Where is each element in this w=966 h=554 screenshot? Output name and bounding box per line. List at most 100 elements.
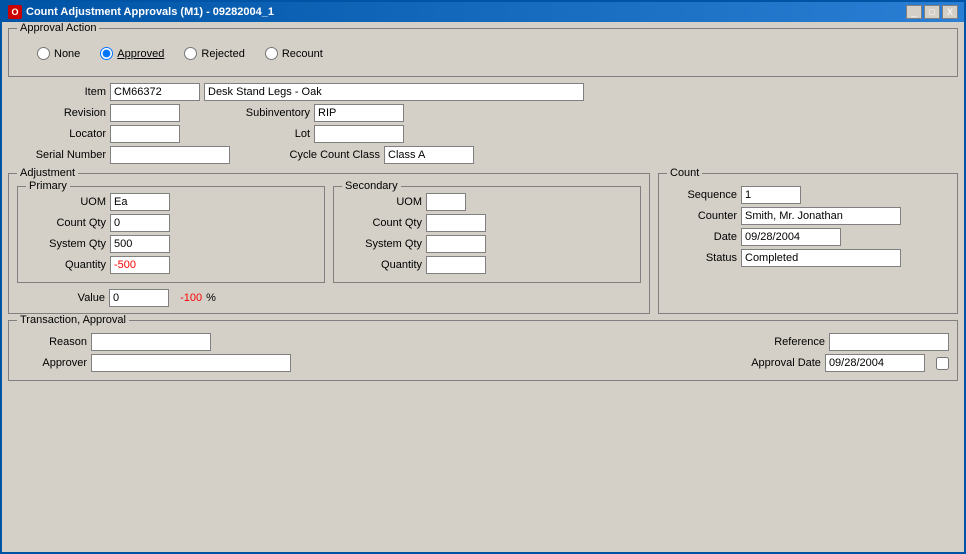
sequence-pair: Sequence: [667, 186, 949, 204]
app-icon: O: [8, 5, 22, 19]
percent-symbol: %: [206, 292, 216, 304]
revision-pair: Revision: [16, 104, 180, 122]
primary-uom-field[interactable]: [110, 193, 170, 211]
secondary-count-qty-pair: Count Qty: [342, 214, 632, 232]
count-label: Count: [667, 167, 702, 179]
lot-label: Lot: [220, 128, 310, 140]
serial-number-field[interactable]: [110, 146, 230, 164]
title-bar: O Count Adjustment Approvals (M1) - 0928…: [2, 2, 964, 22]
radio-recount-input[interactable]: [265, 47, 278, 60]
revision-label: Revision: [16, 107, 106, 119]
minimize-button[interactable]: _: [906, 5, 922, 19]
item-section: Item Revision Subinventory Locator: [8, 83, 958, 167]
close-button[interactable]: X: [942, 5, 958, 19]
adjustment-label: Adjustment: [17, 167, 78, 179]
main-window: O Count Adjustment Approvals (M1) - 0928…: [0, 0, 966, 554]
revision-field[interactable]: [110, 104, 180, 122]
radio-recount-label: Recount: [282, 48, 323, 60]
secondary-uom-field[interactable]: [426, 193, 466, 211]
approval-action-group: Approval Action None Approved Rejected R…: [8, 28, 958, 77]
status-pair: Status: [667, 249, 949, 267]
subinventory-field[interactable]: [314, 104, 404, 122]
status-label: Status: [667, 252, 737, 264]
secondary-system-qty-label: System Qty: [342, 238, 422, 250]
secondary-system-qty-field[interactable]: [426, 235, 486, 253]
reference-field[interactable]: [829, 333, 949, 351]
window-title: Count Adjustment Approvals (M1) - 092820…: [26, 6, 274, 18]
counter-pair: Counter: [667, 207, 949, 225]
approval-date-label: Approval Date: [731, 357, 821, 369]
content-area: Approval Action None Approved Rejected R…: [2, 22, 964, 552]
reason-pair: Reason: [17, 333, 211, 351]
value-field[interactable]: [109, 289, 169, 307]
secondary-quantity-label: Quantity: [342, 259, 422, 271]
lot-pair: Lot: [220, 125, 404, 143]
locator-field[interactable]: [110, 125, 180, 143]
primary-count-qty-label: Count Qty: [26, 217, 106, 229]
approval-date-pair: Approval Date: [731, 354, 949, 372]
radio-none-input[interactable]: [37, 47, 50, 60]
item-desc-field[interactable]: [204, 83, 584, 101]
transaction-row-2: Approver Approval Date: [17, 354, 949, 372]
status-field[interactable]: [741, 249, 901, 267]
primary-secondary-row: Primary UOM Count Qty System Qty: [17, 186, 641, 283]
adjustment-count-row: Adjustment Primary UOM Count Qty: [8, 173, 958, 314]
secondary-box: Secondary UOM Count Qty System Qty: [333, 186, 641, 283]
radio-rejected-input[interactable]: [184, 47, 197, 60]
lot-field[interactable]: [314, 125, 404, 143]
reference-pair: Reference: [755, 333, 949, 351]
approval-checkbox[interactable]: [936, 357, 949, 370]
locator-label: Locator: [16, 128, 106, 140]
approver-field[interactable]: [91, 354, 291, 372]
transaction-row-1: Reason Reference: [17, 333, 949, 351]
reason-field[interactable]: [91, 333, 211, 351]
sequence-label: Sequence: [667, 189, 737, 201]
sequence-field[interactable]: [741, 186, 801, 204]
primary-quantity-field[interactable]: [110, 256, 170, 274]
date-label: Date: [667, 231, 737, 243]
primary-box: Primary UOM Count Qty System Qty: [17, 186, 325, 283]
secondary-quantity-pair: Quantity: [342, 256, 632, 274]
radio-approved-input[interactable]: [100, 47, 113, 60]
transaction-approval-label: Transaction, Approval: [17, 314, 129, 326]
date-field[interactable]: [741, 228, 841, 246]
secondary-count-qty-label: Count Qty: [342, 217, 422, 229]
secondary-uom-pair: UOM: [342, 193, 632, 211]
secondary-quantity-field[interactable]: [426, 256, 486, 274]
count-group: Count Sequence Counter Date Status: [658, 173, 958, 314]
cycle-count-class-field[interactable]: [384, 146, 474, 164]
maximize-button[interactable]: □: [924, 5, 940, 19]
secondary-system-qty-pair: System Qty: [342, 235, 632, 253]
approval-date-field[interactable]: [825, 354, 925, 372]
serial-number-label: Serial Number: [16, 149, 106, 161]
primary-system-qty-field[interactable]: [110, 235, 170, 253]
primary-count-qty-pair: Count Qty: [26, 214, 316, 232]
adjustment-group: Adjustment Primary UOM Count Qty: [8, 173, 650, 314]
item-code-field[interactable]: [110, 83, 200, 101]
locator-pair: Locator: [16, 125, 180, 143]
secondary-label: Secondary: [342, 180, 401, 192]
primary-uom-label: UOM: [26, 196, 106, 208]
primary-system-qty-label: System Qty: [26, 238, 106, 250]
cycle-count-class-pair: Cycle Count Class: [270, 146, 474, 164]
cycle-count-class-label: Cycle Count Class: [270, 149, 380, 161]
transaction-approval-group: Transaction, Approval Reason Reference A…: [8, 320, 958, 381]
primary-count-qty-field[interactable]: [110, 214, 170, 232]
approver-pair: Approver: [17, 354, 291, 372]
secondary-count-qty-field[interactable]: [426, 214, 486, 232]
secondary-uom-label: UOM: [342, 196, 422, 208]
primary-uom-pair: UOM: [26, 193, 316, 211]
radio-recount: Recount: [265, 47, 323, 60]
approval-action-label: Approval Action: [17, 22, 99, 34]
radio-approved: Approved: [100, 47, 164, 60]
item-label: Item: [16, 86, 106, 98]
radio-none: None: [37, 47, 80, 60]
reason-label: Reason: [17, 336, 87, 348]
title-bar-left: O Count Adjustment Approvals (M1) - 0928…: [8, 5, 274, 19]
approval-action-row: None Approved Rejected Recount: [17, 39, 949, 68]
radio-none-label: None: [54, 48, 80, 60]
counter-field[interactable]: [741, 207, 901, 225]
serial-number-pair: Serial Number: [16, 146, 230, 164]
primary-quantity-pair: Quantity: [26, 256, 316, 274]
value-row: Value -100 %: [17, 289, 641, 307]
